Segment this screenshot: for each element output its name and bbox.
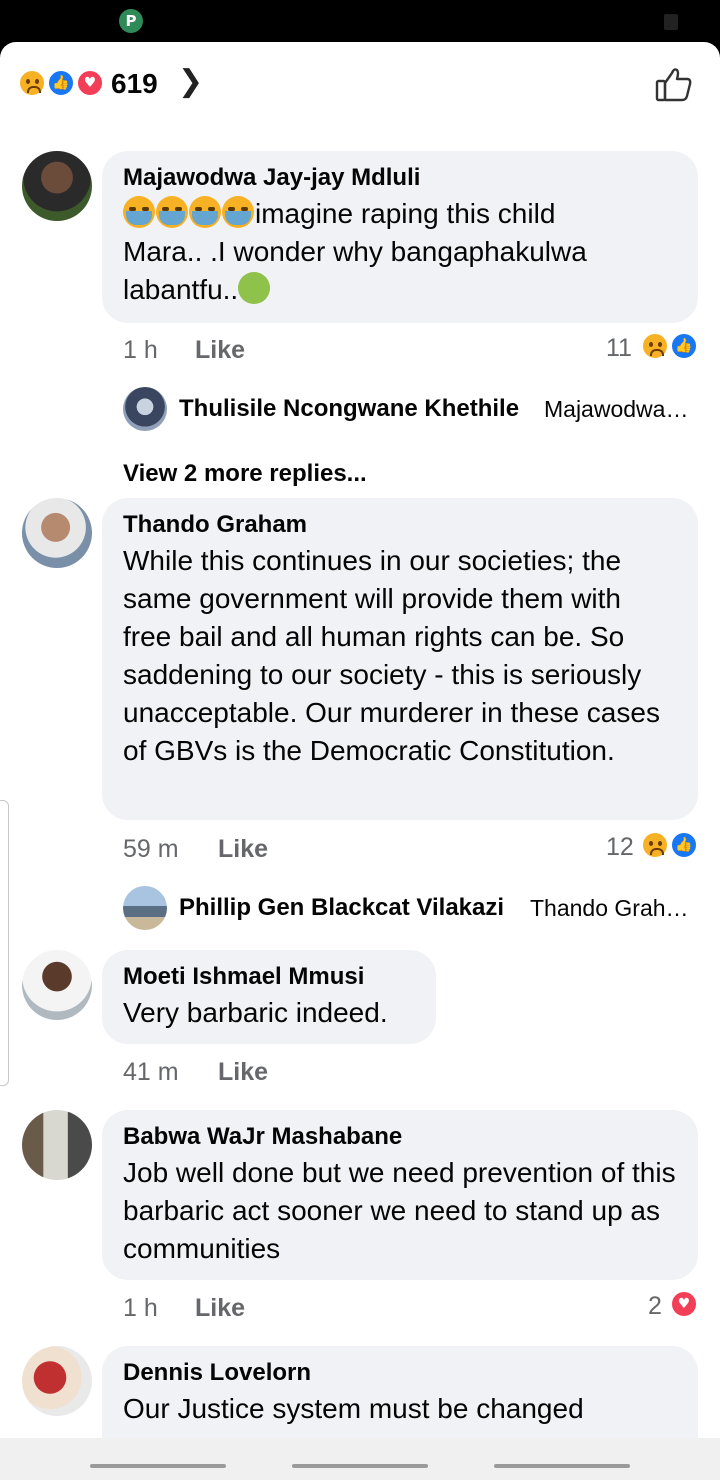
nauseated-face-icon	[238, 272, 271, 304]
nav-recents-pill[interactable]	[90, 1464, 226, 1468]
nav-home-pill[interactable]	[292, 1464, 428, 1468]
reply-author[interactable]: Phillip Gen Blackcat Vilakazi	[179, 894, 504, 922]
reaction-count[interactable]: 2	[648, 1292, 662, 1321]
sad-icon	[641, 831, 669, 859]
love-icon: ♥	[670, 1290, 698, 1318]
comment-author[interactable]: Majawodwa Jay-jay Mdluli	[123, 161, 676, 195]
reactions-summary-bar[interactable]: 👍 ♥ 619 ❯	[0, 42, 720, 122]
reaction-total-count: 619	[111, 68, 158, 99]
reaction-count[interactable]: 11	[606, 334, 632, 363]
reaction-count[interactable]: 12	[606, 833, 634, 862]
comment-text: Job well done but we need prevention of …	[123, 1157, 676, 1264]
comment-text: imagine raping this child Mara.. .I wond…	[123, 196, 587, 305]
comment-bubble[interactable]: Thando Graham While this continues in ou…	[102, 498, 698, 820]
crying-face-icon	[222, 196, 254, 228]
comment-time: 1 h	[123, 1294, 158, 1322]
reply-author[interactable]: Thulisile Ncongwane Khethile	[179, 395, 519, 423]
reply-avatar[interactable]	[123, 886, 167, 930]
love-icon: ♥	[76, 69, 104, 97]
comments-sheet: 👍 ♥ 619 ❯ Majawodwa Jay-jay Mdluli imagi…	[0, 42, 720, 1438]
scroll-indicator[interactable]	[0, 800, 9, 1086]
reply-avatar[interactable]	[123, 387, 167, 431]
chevron-right-icon[interactable]: ❯	[178, 64, 203, 99]
comment-time: 41 m	[123, 1058, 179, 1086]
thumbs-up-outline-icon[interactable]	[654, 64, 694, 104]
status-bar: P	[0, 0, 720, 42]
comment-bubble[interactable]: Moeti Ishmael Mmusi Very barbaric indeed…	[102, 950, 436, 1044]
reply-snippet[interactable]: Majawodwa…	[544, 396, 688, 423]
nav-back-pill[interactable]	[494, 1464, 630, 1468]
like-button[interactable]: Like	[195, 336, 245, 365]
comment-author[interactable]: Dennis Lovelorn	[123, 1356, 676, 1390]
comment-bubble[interactable]: Babwa WaJr Mashabane Job well done but w…	[102, 1110, 698, 1280]
crying-face-icon	[189, 196, 221, 228]
crying-face-icon	[156, 196, 188, 228]
signal-icon	[664, 14, 678, 30]
notification-app-icon: P	[119, 9, 143, 33]
avatar[interactable]	[22, 1110, 92, 1180]
like-button[interactable]: Like	[195, 1294, 245, 1323]
avatar[interactable]	[22, 498, 92, 568]
reply-snippet[interactable]: Thando Grah…	[530, 895, 689, 922]
comment-author[interactable]: Babwa WaJr Mashabane	[123, 1120, 676, 1154]
like-icon: 👍	[670, 831, 698, 859]
sad-icon	[18, 69, 46, 97]
comment-time: 59 m	[123, 835, 179, 863]
comment-bubble[interactable]: Majawodwa Jay-jay Mdluli imagine raping …	[102, 151, 698, 323]
system-nav-bar	[0, 1438, 720, 1480]
comment-text: Our Justice system must be changed	[123, 1393, 584, 1424]
crying-face-icon	[123, 196, 155, 228]
sad-icon	[641, 332, 669, 360]
avatar[interactable]	[22, 950, 92, 1020]
comment-time: 1 h	[123, 336, 158, 364]
comment-bubble[interactable]: Dennis Lovelorn Our Justice system must …	[102, 1346, 698, 1438]
like-icon: 👍	[47, 69, 75, 97]
avatar[interactable]	[22, 1346, 92, 1416]
comment-author[interactable]: Thando Graham	[123, 508, 676, 542]
like-button[interactable]: Like	[218, 835, 268, 864]
comment-author[interactable]: Moeti Ishmael Mmusi	[123, 960, 414, 994]
comment-text: While this continues in our societies; t…	[123, 545, 660, 766]
avatar[interactable]	[22, 151, 92, 221]
view-more-replies-link[interactable]: View 2 more replies...	[123, 460, 367, 488]
like-button[interactable]: Like	[218, 1058, 268, 1087]
comment-text: Very barbaric indeed.	[123, 997, 388, 1028]
like-icon: 👍	[670, 332, 698, 360]
